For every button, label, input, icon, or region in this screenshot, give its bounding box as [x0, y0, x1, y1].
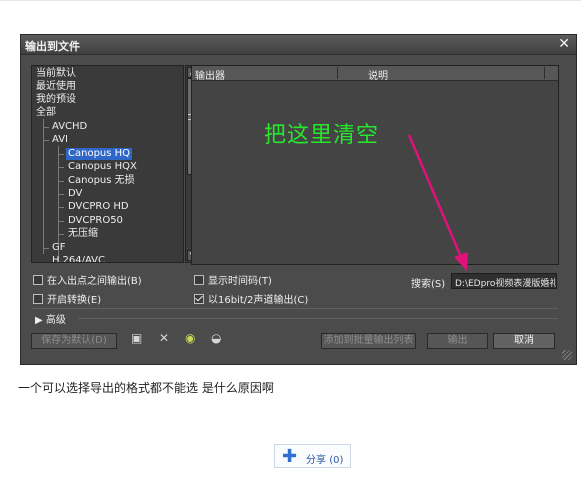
- checkbox-enable-conversion[interactable]: [33, 294, 43, 304]
- option-16bit-2ch[interactable]: 以16bit/2声道输出(C): [194, 291, 308, 306]
- import-icon[interactable]: ◉: [185, 331, 195, 345]
- label-show-timecode: 显示时间码(T): [208, 276, 272, 287]
- advanced-expander[interactable]: ▶ 高级: [35, 311, 66, 326]
- plus-icon: ✚: [282, 446, 298, 467]
- share-label: 分享 (0): [306, 455, 344, 466]
- checkbox-export-between-marks[interactable]: [33, 275, 43, 285]
- checkbox-16bit-2ch[interactable]: [194, 294, 204, 304]
- share-button[interactable]: ✚ 分享 (0): [274, 444, 351, 468]
- advanced-label: 高级: [45, 315, 66, 326]
- label-enable-conversion: 开启转换(E): [47, 295, 102, 306]
- option-show-timecode[interactable]: 显示时间码(T): [194, 272, 272, 287]
- export-to-file-dialog: 输出到文件 ✕ 当前默认 最近使用 我的预设 全部 AVCHD AVI Cano…: [20, 34, 577, 365]
- question-text: 一个可以选择导出的格式都不能选 是什么原因啊: [18, 381, 274, 395]
- divider: [31, 308, 558, 309]
- option-export-between-marks[interactable]: 在入出点之间输出(B): [33, 272, 142, 287]
- checkbox-show-timecode[interactable]: [194, 275, 204, 285]
- search-label: 搜索(S): [411, 279, 446, 290]
- export-icon[interactable]: ◒: [211, 331, 221, 345]
- annotation-arrow-icon: [407, 134, 468, 271]
- cancel-button[interactable]: 取消: [493, 333, 555, 349]
- export-button[interactable]: 输出: [427, 333, 488, 349]
- save-as-default-button[interactable]: 保存为默认(D): [31, 333, 117, 349]
- divider: [78, 318, 558, 319]
- search-input[interactable]: D:\EDpro视频表漫版婚礼: [451, 273, 557, 289]
- option-enable-conversion[interactable]: 开启转换(E): [33, 291, 101, 306]
- resize-grip-icon[interactable]: [562, 350, 572, 360]
- label-16bit-2ch: 以16bit/2声道输出(C): [208, 295, 309, 306]
- top-divider: [0, 0, 581, 1]
- expand-triangle-icon: ▶: [35, 315, 46, 326]
- add-to-batch-button[interactable]: 添加到批量输出列表: [321, 333, 416, 349]
- label-export-between-marks: 在入出点之间输出(B): [47, 276, 142, 287]
- save-icon[interactable]: ▣: [131, 331, 142, 345]
- delete-icon[interactable]: ✕: [159, 331, 169, 345]
